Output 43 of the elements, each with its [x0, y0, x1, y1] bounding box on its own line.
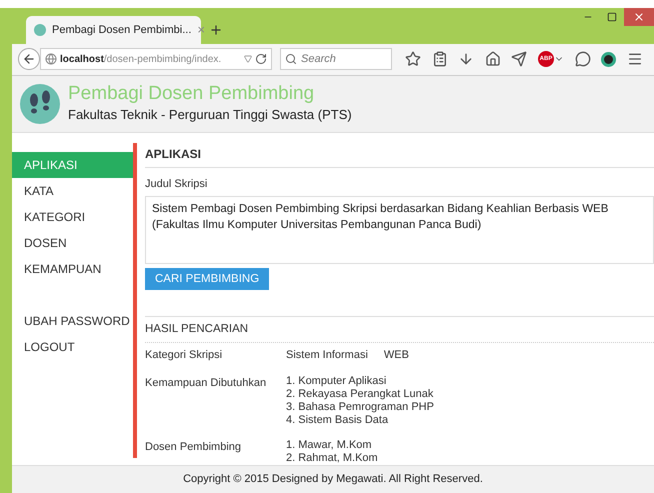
result-label: Kemampuan Dibutuhkan [145, 376, 268, 391]
address-bar[interactable]: localhost/dosen-pembimbing/index. [40, 48, 272, 70]
close-icon[interactable] [624, 8, 654, 26]
result-list-item: 4. Sistem Basis Data [286, 414, 390, 427]
home-icon[interactable] [484, 51, 501, 68]
footprints-logo-icon [20, 84, 60, 124]
star-icon[interactable] [405, 51, 422, 68]
send-icon[interactable] [511, 51, 528, 68]
menu-icon[interactable] [626, 51, 643, 68]
result-list-item: 3. Bahasa Pemrograman PHP [286, 401, 434, 414]
result-value: WEB [384, 348, 409, 362]
title-textarea[interactable]: Sistem Pembagi Dosen Pembimbing Skripsi berdasarkan Bidang Keahlian Berbasis WEB (Fakultas Ilmu Komputer Universitas Pembangunan Panca Budi) [145, 196, 654, 264]
new-tab-icon[interactable] [209, 22, 223, 37]
sidebar-item[interactable]: UBAH PASSWORD [12, 308, 133, 334]
tab-favicon-icon [34, 24, 46, 36]
chat-icon[interactable] [574, 51, 591, 68]
sidebar-item[interactable]: DOSEN [12, 230, 133, 256]
globe-icon [45, 53, 57, 66]
url-text: localhost/dosen-pembimbing/index. [60, 52, 222, 67]
site-title: Pembagi Dosen Pembimbing [68, 83, 316, 105]
clipboard-icon[interactable] [432, 51, 448, 68]
footer-text: Copyright © 2015 Designed by Megawati. All Right Reserved. [183, 472, 483, 488]
results-heading: HASIL PENCARIAN [145, 321, 654, 342]
result-list-item: 2. Rekayasa Perangkat Lunak [286, 388, 434, 401]
result-list-item: 2. Rahmat, M.Kom [286, 452, 378, 465]
dropdown-icon[interactable] [244, 55, 252, 64]
tab-title: Pembagi Dosen Pembimbi... [52, 22, 192, 38]
result-list-item: 1. Mawar, M.Kom [286, 439, 373, 452]
result-label: Kategori Skripsi [145, 348, 224, 362]
back-icon[interactable] [18, 48, 40, 70]
result-label: Dosen Pembimbing [145, 440, 242, 455]
field-label: Judul Skripsi [145, 176, 208, 192]
sidebar-item[interactable]: LOGOUT [12, 334, 133, 360]
reload-icon[interactable] [255, 53, 267, 66]
search-icon [285, 53, 297, 66]
result-list-item: 1. Komputer Aplikasi [286, 375, 388, 388]
sidebar-item[interactable]: KATEGORI [12, 204, 133, 230]
site-subtitle: Fakultas Teknik - Perguruan Tinggi Swasta (PTS) [68, 106, 352, 124]
sidebar-item[interactable]: KATA [12, 178, 133, 204]
sidebar-item[interactable]: KEMAMPUAN [12, 256, 133, 282]
section-heading: APLIKASI [145, 144, 654, 168]
search-field[interactable]: Search [280, 48, 392, 70]
result-value: Sistem Informasi [286, 348, 368, 362]
